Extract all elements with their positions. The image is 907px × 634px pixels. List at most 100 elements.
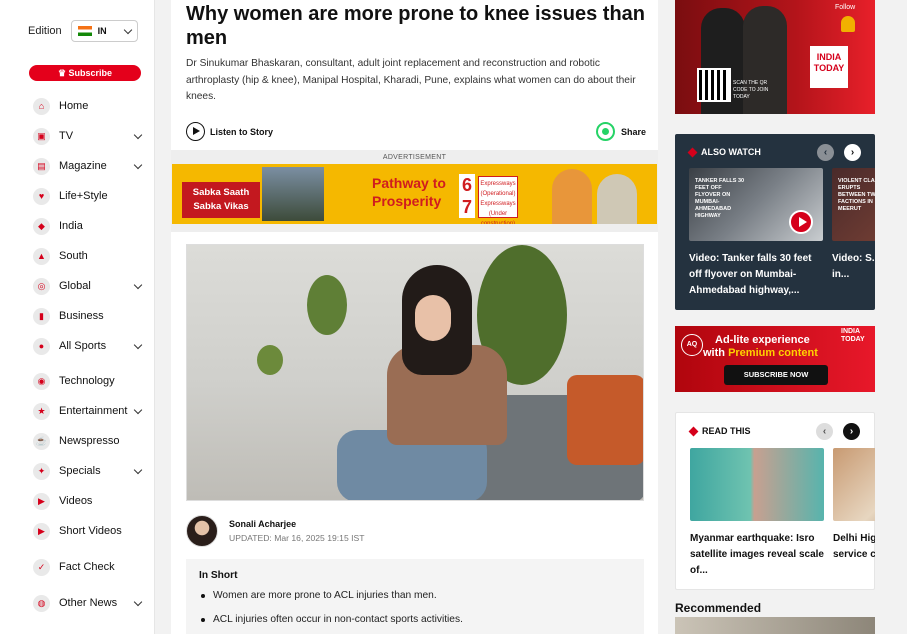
chevron-down-icon[interactable] bbox=[133, 340, 143, 349]
specials-icon: ✦ bbox=[33, 462, 50, 480]
ad-lite-line2: with Premium content bbox=[703, 347, 818, 359]
author-name[interactable]: Sonali Acharjee bbox=[229, 519, 365, 529]
whatsapp-icon bbox=[596, 122, 615, 141]
india-today-logo: INDIA TODAY bbox=[841, 328, 865, 343]
fact-check-icon: ✓ bbox=[33, 558, 50, 576]
thumbnail-overlay-text: TANKER FALLS 30 FEET OFF FLYOVER ON MUMB… bbox=[695, 178, 745, 219]
video-thumbnail: TANKER FALLS 30 FEET OFF FLYOVER ON MUMB… bbox=[689, 168, 823, 241]
edition-selector: Edition IN bbox=[28, 20, 138, 42]
article-hero-image bbox=[186, 244, 644, 501]
in-short-item: ACL injuries often occur in non-contact … bbox=[199, 614, 631, 625]
edition-label: Edition bbox=[28, 25, 62, 37]
recommended-thumbnail[interactable] bbox=[675, 617, 875, 634]
subscribe-button[interactable]: ♛ Subscribe bbox=[29, 65, 141, 81]
ad-tag-1: Expressways (Operational) bbox=[480, 181, 516, 197]
ad-portrait-1 bbox=[552, 169, 592, 224]
sidebar-item[interactable]: ▣ TV bbox=[33, 126, 145, 146]
tv-promo-ad[interactable]: SCAN THE QR CODE TO JOIN TODAY INDIA TOD… bbox=[675, 0, 875, 114]
in-short-item: Women are more prone to ACL injuries tha… bbox=[199, 590, 631, 601]
sidebar-item-label: Magazine bbox=[59, 160, 107, 172]
sidebar-item-label: Newspresso bbox=[59, 435, 120, 447]
video-icon: ▶ bbox=[33, 492, 50, 510]
share-button[interactable]: Share bbox=[596, 122, 646, 141]
other-news-icon: ◍ bbox=[33, 594, 50, 612]
also-watch-widget: ALSO WATCH ‹ › TANKER FALLS 30 FEET OFF … bbox=[675, 134, 875, 310]
story-thumbnail bbox=[690, 448, 824, 521]
ad-lite-promo[interactable]: AQ Ad-lite experience with Premium conte… bbox=[675, 326, 875, 392]
sidebar-item-label: South bbox=[59, 250, 88, 262]
chart-icon: ▮ bbox=[33, 307, 50, 325]
sidebar-item[interactable]: ⌂ Home bbox=[33, 96, 145, 116]
story-card[interactable]: Delhi Hig... mandate... service c... bbox=[833, 448, 875, 579]
follow-label: Follow bbox=[835, 4, 856, 11]
sidebar-item[interactable]: ◎ Global bbox=[33, 276, 145, 296]
video-caption: Video: S... thrown a... clash in... bbox=[832, 253, 875, 280]
share-label: Share bbox=[621, 126, 647, 137]
sidebar-item-label: Entertainment bbox=[59, 405, 128, 417]
story-caption: Myanmar earthquake: Isro satellite image… bbox=[690, 533, 824, 576]
sidebar-item[interactable]: ◆ India bbox=[33, 216, 145, 236]
ad-lite-line2-bold: Premium content bbox=[728, 347, 818, 359]
tv-icon: ▣ bbox=[33, 127, 50, 145]
story-caption: Delhi Hig... mandate... service c... bbox=[833, 533, 875, 560]
scan-text: SCAN THE QR CODE TO JOIN TODAY bbox=[733, 80, 769, 100]
chevron-down-icon bbox=[123, 25, 132, 34]
sidebar-item[interactable]: ★ Entertainment bbox=[33, 401, 145, 421]
thumbnail-overlay-text: VIOLENT CLASH ERUPTS BETWEEN TWO FACTION… bbox=[838, 178, 875, 212]
sidebar-item-label: TV bbox=[59, 130, 74, 142]
sidebar-item[interactable]: ▲ South bbox=[33, 246, 145, 266]
qr-code-icon bbox=[697, 68, 731, 102]
sidebar-item-label: Specials bbox=[59, 465, 101, 477]
sidebar-item[interactable]: ▶ Videos bbox=[33, 491, 145, 511]
sidebar-item[interactable]: ◉ Technology bbox=[33, 371, 145, 391]
sidebar-item-label: India bbox=[59, 220, 83, 232]
edition-dropdown[interactable]: IN bbox=[70, 20, 138, 42]
chevron-down-icon[interactable] bbox=[133, 280, 143, 289]
author-avatar[interactable] bbox=[186, 515, 218, 547]
sidebar-item-label: Technology bbox=[59, 375, 115, 387]
sidebar-item[interactable]: ▮ Business bbox=[33, 306, 145, 326]
sidebar-item[interactable]: ▤ Magazine bbox=[33, 156, 145, 176]
bell-icon bbox=[841, 16, 855, 32]
advertisement-slot: ADVERTISEMENT Sabka Saath Sabka Vikas Pa… bbox=[171, 150, 658, 232]
play-icon bbox=[789, 210, 813, 234]
pillow-shape bbox=[567, 375, 643, 465]
sidebar-item[interactable]: ✦ Specials bbox=[33, 461, 145, 481]
ad-slogan: Sabka Saath Sabka Vikas bbox=[182, 182, 260, 218]
sidebar-item-label: Home bbox=[59, 100, 89, 112]
sidebar-item-label: Fact Check bbox=[59, 561, 115, 573]
coffee-icon: ☕ bbox=[33, 432, 50, 450]
sidebar-item-label: All Sports bbox=[59, 340, 107, 352]
listen-to-story-button[interactable]: Listen to Story bbox=[186, 122, 273, 141]
ad-numbers: 67 bbox=[459, 174, 475, 218]
in-short-heading: In Short bbox=[199, 570, 238, 581]
ad-number-2: 7 bbox=[461, 197, 472, 217]
sidebar-item[interactable]: ✓ Fact Check bbox=[33, 557, 145, 577]
video-caption: Video: Tanker falls 30 feet off flyover … bbox=[689, 253, 812, 296]
chevron-down-icon[interactable] bbox=[133, 160, 143, 169]
chevron-down-icon[interactable] bbox=[133, 405, 143, 414]
chevron-down-icon[interactable] bbox=[133, 465, 143, 474]
technology-icon: ◉ bbox=[33, 372, 50, 390]
chevron-down-icon[interactable] bbox=[133, 130, 143, 139]
woman-figure bbox=[337, 265, 527, 500]
chevron-down-icon[interactable] bbox=[133, 597, 143, 606]
edition-code: IN bbox=[97, 26, 107, 36]
subscribe-now-button[interactable]: SUBSCRIBE NOW bbox=[724, 365, 828, 385]
sidebar-item[interactable]: ▶ Short Videos bbox=[33, 521, 145, 541]
sidebar-item[interactable]: ● All Sports bbox=[33, 336, 145, 356]
sidebar-item-label: Other News bbox=[59, 597, 118, 609]
ad-lite-line2-pre: with bbox=[703, 347, 725, 359]
india-icon: ◆ bbox=[33, 217, 50, 235]
video-card[interactable]: TANKER FALLS 30 FEET OFF FLYOVER ON MUMB… bbox=[689, 168, 823, 299]
ad-number-1: 6 bbox=[461, 175, 472, 195]
article-title: Why women are more prone to knee issues … bbox=[186, 3, 646, 49]
sports-icon: ● bbox=[33, 337, 50, 355]
video-card[interactable]: VIOLENT CLASH ERUPTS BETWEEN TWO FACTION… bbox=[832, 168, 875, 299]
sidebar-item[interactable]: ♥ Life+Style bbox=[33, 186, 145, 206]
story-card[interactable]: Myanmar earthquake: Isro satellite image… bbox=[690, 448, 824, 579]
sidebar-item[interactable]: ◍ Other News bbox=[33, 593, 145, 613]
listen-label: Listen to Story bbox=[210, 126, 274, 137]
ad-banner[interactable]: Sabka Saath Sabka Vikas Pathway to Prosp… bbox=[172, 164, 657, 224]
sidebar-item[interactable]: ☕ Newspresso bbox=[33, 431, 145, 451]
